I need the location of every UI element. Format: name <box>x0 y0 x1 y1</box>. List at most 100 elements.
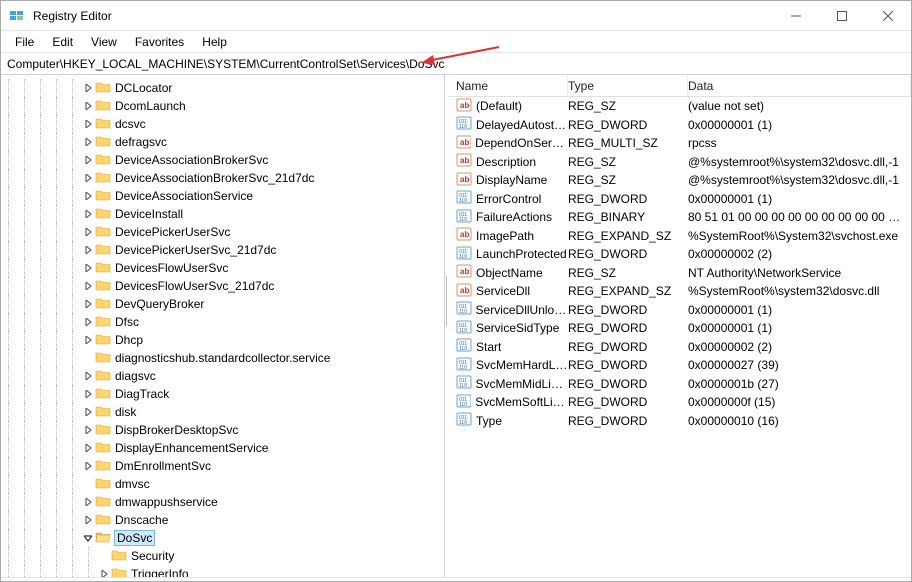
tree-item-diagnosticshub-standardcollector-service[interactable]: diagnosticshub.standardcollector.service <box>1 349 444 367</box>
menu-view[interactable]: View <box>83 33 125 51</box>
expand-icon-closed[interactable] <box>81 369 95 383</box>
tree-pane[interactable]: DCLocatorDcomLaunchdcsvc defragsvc DeviceA… <box>1 75 445 577</box>
menu-edit[interactable]: Edit <box>44 33 81 51</box>
tree-item-dnscache[interactable]: Dnscache <box>1 511 444 529</box>
expand-icon-closed[interactable] <box>97 567 111 577</box>
expand-icon-closed[interactable] <box>81 387 95 401</box>
expand-icon-closed[interactable] <box>81 459 95 473</box>
tree-item-label: dmwappushservice <box>115 495 218 509</box>
expand-icon-none <box>81 477 95 491</box>
tree-item-label: diagsvc <box>115 369 156 383</box>
expand-icon-closed[interactable] <box>81 261 95 275</box>
expand-icon-closed[interactable] <box>81 297 95 311</box>
expand-icon-open[interactable] <box>81 531 95 545</box>
tree-item-label: defragsvc <box>115 135 167 149</box>
maximize-button[interactable] <box>819 1 865 30</box>
menu-help[interactable]: Help <box>194 33 235 51</box>
list-row[interactable]: ServiceDllUnloa...REG_DWORD0x00000001 (1… <box>448 301 911 320</box>
expand-icon-closed[interactable] <box>81 135 95 149</box>
tree-item-devicepickerusersvc[interactable]: DevicePickerUserSvc <box>1 223 444 241</box>
expand-icon-closed[interactable] <box>81 189 95 203</box>
tree-item-dcomlaunch[interactable]: DcomLaunch <box>1 97 444 115</box>
tree-item-triggerinfo[interactable]: TriggerInfo <box>1 565 444 577</box>
expand-icon-closed[interactable] <box>81 405 95 419</box>
list-row[interactable]: TypeREG_DWORD0x00000010 (16) <box>448 412 911 431</box>
tree-item-dosvc[interactable]: DoSvc <box>1 529 444 547</box>
list-row[interactable]: FailureActionsREG_BINARY80 51 01 00 00 0… <box>448 208 911 227</box>
list-row[interactable]: (Default)REG_SZ(value not set) <box>448 97 911 116</box>
window-title: Registry Editor <box>33 9 112 23</box>
col-header-data[interactable]: Data <box>688 75 911 96</box>
expand-icon-closed[interactable] <box>81 81 95 95</box>
tree-item-diagsvc[interactable]: diagsvc <box>1 367 444 385</box>
list-row[interactable]: LaunchProtectedREG_DWORD0x00000002 (2) <box>448 245 911 264</box>
list-row[interactable]: ImagePathREG_EXPAND_SZ%SystemRoot%\Syste… <box>448 227 911 246</box>
expand-icon-closed[interactable] <box>81 243 95 257</box>
tree-item-dcsvc[interactable]: dcsvc <box>1 115 444 133</box>
list-row[interactable]: ObjectNameREG_SZNT Authority\NetworkServ… <box>448 264 911 283</box>
tree-item-devquerybroker[interactable]: DevQueryBroker <box>1 295 444 313</box>
list-pane[interactable]: Name Type Data (Default)REG_SZ(value not… <box>448 75 911 577</box>
list-row[interactable]: ServiceDllREG_EXPAND_SZ%SystemRoot%\syst… <box>448 282 911 301</box>
tree-item-dmwappushservice[interactable]: dmwappushservice <box>1 493 444 511</box>
tree-item-deviceassociationbrokersvc-21d7dc[interactable]: DeviceAssociationBrokerSvc_21d7dc <box>1 169 444 187</box>
tree-item-displayenhancementservice[interactable]: DisplayEnhancementService <box>1 439 444 457</box>
expand-icon-closed[interactable] <box>81 423 95 437</box>
tree-item-disk[interactable]: disk <box>1 403 444 421</box>
value-name: FailureActions <box>476 210 552 224</box>
close-button[interactable] <box>865 1 911 30</box>
tree-item-diagtrack[interactable]: DiagTrack <box>1 385 444 403</box>
list-row[interactable]: SvcMemHardLi...REG_DWORD0x00000027 (39) <box>448 356 911 375</box>
list-row[interactable]: DependOnServiceREG_MULTI_SZrpcss <box>448 134 911 153</box>
expand-icon-closed[interactable] <box>81 207 95 221</box>
expand-icon-closed[interactable] <box>81 99 95 113</box>
list-row[interactable]: StartREG_DWORD0x00000002 (2) <box>448 338 911 357</box>
tree-item-dclocator[interactable]: DCLocator <box>1 79 444 97</box>
tree-item-deviceassociationbrokersvc[interactable]: DeviceAssociationBrokerSvc <box>1 151 444 169</box>
tree-item-deviceinstall[interactable]: DeviceInstall <box>1 205 444 223</box>
expand-icon-closed[interactable] <box>81 315 95 329</box>
expand-icon-closed[interactable] <box>81 495 95 509</box>
expand-icon-closed[interactable] <box>81 279 95 293</box>
tree-item-devicesflowusersvc[interactable]: DevicesFlowUserSvc <box>1 259 444 277</box>
tree-item-label: DeviceInstall <box>115 207 183 221</box>
tree-item-deviceassociationservice[interactable]: DeviceAssociationService <box>1 187 444 205</box>
menu-file[interactable]: File <box>7 33 42 51</box>
list-row[interactable]: SvcMemMidLim...REG_DWORD0x0000001b (27) <box>448 375 911 394</box>
value-data: 80 51 01 00 00 00 00 00 00 00 00 00 03 0… <box>688 210 911 224</box>
minimize-button[interactable] <box>773 1 819 30</box>
folder-icon <box>95 404 115 421</box>
tree-item-dfsc[interactable]: Dfsc <box>1 313 444 331</box>
address-input[interactable] <box>5 56 907 72</box>
tree-item-security[interactable]: Security <box>1 547 444 565</box>
folder-icon <box>95 440 115 457</box>
expand-icon-closed[interactable] <box>81 333 95 347</box>
expand-icon-closed[interactable] <box>81 441 95 455</box>
tree-item-dhcp[interactable]: Dhcp <box>1 331 444 349</box>
expand-icon-closed[interactable] <box>81 225 95 239</box>
col-header-type[interactable]: Type <box>568 75 688 96</box>
folder-icon <box>95 170 115 187</box>
expand-icon-closed[interactable] <box>81 513 95 527</box>
expand-icon-closed[interactable] <box>81 153 95 167</box>
binary-value-icon <box>456 319 472 338</box>
app-icon <box>9 8 25 24</box>
list-row[interactable]: SvcMemSoftLim...REG_DWORD0x0000000f (15) <box>448 393 911 412</box>
splitter[interactable] <box>445 75 448 577</box>
tree-item-devicesflowusersvc-21d7dc[interactable]: DevicesFlowUserSvc_21d7dc <box>1 277 444 295</box>
list-row[interactable]: ErrorControlREG_DWORD0x00000001 (1) <box>448 190 911 209</box>
tree-item-devicepickerusersvc-21d7dc[interactable]: DevicePickerUserSvc_21d7dc <box>1 241 444 259</box>
col-header-name[interactable]: Name <box>448 75 568 96</box>
expand-icon-closed[interactable] <box>81 117 95 131</box>
tree-item-dmvsc[interactable]: dmvsc <box>1 475 444 493</box>
tree-item-dispbrokerdesktopsvc[interactable]: DispBrokerDesktopSvc <box>1 421 444 439</box>
list-row[interactable]: DescriptionREG_SZ@%systemroot%\system32\… <box>448 153 911 172</box>
expand-icon-closed[interactable] <box>81 171 95 185</box>
list-row[interactable]: DisplayNameREG_SZ@%systemroot%\system32\… <box>448 171 911 190</box>
tree-item-defragsvc[interactable]: defragsvc <box>1 133 444 151</box>
menu-favorites[interactable]: Favorites <box>127 33 192 51</box>
value-name: ErrorControl <box>476 192 541 206</box>
list-row[interactable]: ServiceSidTypeREG_DWORD0x00000001 (1) <box>448 319 911 338</box>
tree-item-dmenrollmentsvc[interactable]: DmEnrollmentSvc <box>1 457 444 475</box>
list-row[interactable]: DelayedAutostartREG_DWORD0x00000001 (1) <box>448 116 911 135</box>
